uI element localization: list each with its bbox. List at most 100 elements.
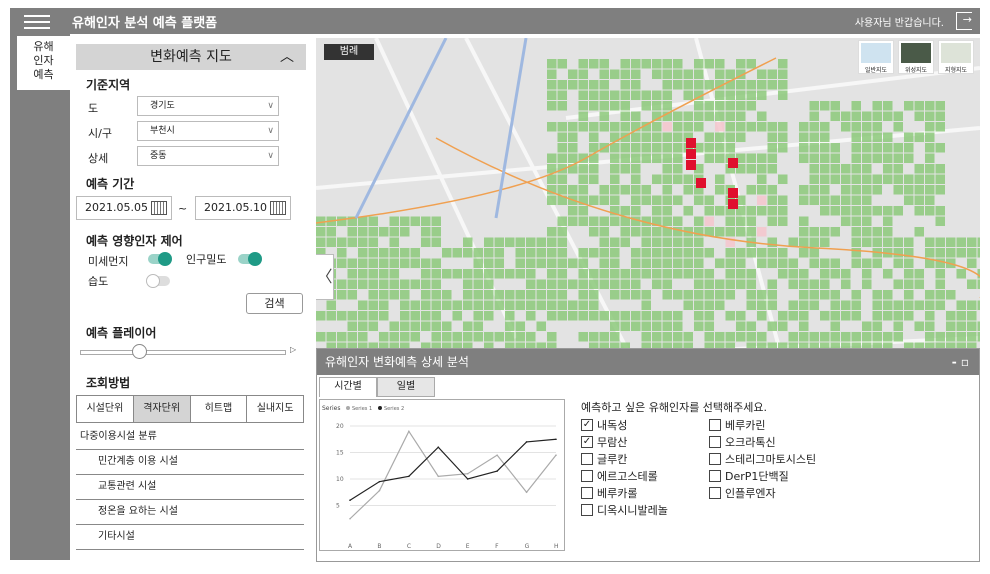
map-grid-cell [620, 80, 630, 90]
factor-checkbox[interactable]: ✓ 무람산 [581, 435, 627, 449]
tab-heatmap[interactable]: 히트맵 [191, 396, 248, 422]
play-icon[interactable]: ▷ [290, 345, 296, 354]
map-grid-cell [662, 90, 672, 100]
checkbox-icon[interactable] [581, 487, 593, 499]
collapse-panel-button[interactable]: 〈 [316, 254, 334, 300]
factor-checkbox[interactable]: 스테리그마토시스틴 [709, 452, 816, 466]
prediction-slider-track[interactable] [80, 350, 286, 355]
map-type-normal[interactable]: 일반지도 [858, 40, 894, 74]
calendar-icon[interactable] [270, 201, 286, 215]
map-grid-cell [830, 164, 840, 174]
map-grid-cell [799, 300, 809, 310]
data-point [555, 438, 557, 441]
map-grid-cell [515, 248, 525, 258]
checkbox-icon[interactable] [581, 470, 593, 482]
checkbox-icon[interactable] [709, 436, 721, 448]
legend-button[interactable]: 범례 [324, 44, 374, 60]
search-button[interactable]: 검색 [246, 293, 303, 314]
map-grid-cell [410, 279, 420, 289]
end-date-input[interactable]: 2021.05.10 [195, 196, 291, 220]
map-grid-cell [484, 311, 494, 321]
panel-header[interactable]: 변화예측 지도 ︿ [76, 44, 306, 70]
prediction-slider-handle[interactable] [132, 344, 147, 359]
map-grid-cell [883, 300, 893, 310]
tab-grid[interactable]: 격자단위 [133, 396, 191, 422]
map-grid-cell [673, 174, 683, 184]
map-grid-cell [914, 101, 924, 111]
window-controls-icon[interactable]: - ▫ [952, 349, 969, 375]
map-grid-cell [463, 269, 473, 279]
data-point [496, 454, 498, 456]
map-grid-cell [778, 248, 788, 258]
map-grid-cell [757, 122, 767, 132]
detail-select[interactable]: 중동 ∨ [137, 146, 279, 166]
map-grid-cell [599, 248, 609, 258]
checkbox-icon[interactable] [709, 419, 721, 431]
tab-indoor-map[interactable]: 실내지도 [247, 396, 303, 422]
map-grid-cell [862, 153, 872, 163]
humidity-toggle[interactable] [146, 274, 170, 288]
data-point [408, 475, 410, 478]
factor-checkbox[interactable]: DerP1단백질 [709, 469, 789, 483]
factor-checkbox[interactable]: 오크라톡신 [709, 435, 776, 449]
map-grid-cell [883, 153, 893, 163]
map-grid-cell [358, 279, 368, 289]
map-grid-cell [568, 258, 578, 268]
map-grid-cell [799, 132, 809, 142]
category-item[interactable]: 정온을 요하는 시설 [76, 500, 304, 525]
map-grid-cell [589, 311, 599, 321]
map-grid-cell [547, 174, 557, 184]
player-section-title: 예측 플레이어 [86, 326, 157, 340]
map-grid-cell [631, 80, 641, 90]
category-item[interactable]: 민간계층 이용 시설 [76, 450, 304, 475]
checkbox-icon[interactable] [581, 504, 593, 516]
map-grid-cell [568, 185, 578, 195]
checkbox-checked-icon[interactable]: ✓ [581, 436, 593, 448]
map-grid-cell [809, 174, 819, 184]
map-grid-cell [578, 258, 588, 268]
logout-icon[interactable]: → [956, 12, 972, 30]
checkbox-icon[interactable] [709, 453, 721, 465]
checkbox-icon[interactable] [709, 487, 721, 499]
category-item[interactable]: 교통관련 시설 [76, 475, 304, 500]
map-type-satellite[interactable]: 위성지도 [898, 40, 934, 74]
map-grid-cell [851, 111, 861, 121]
map-grid-cell [830, 143, 840, 153]
calendar-icon[interactable] [151, 201, 167, 215]
factor-checkbox[interactable]: 베루카린 [709, 418, 765, 432]
map-grid-cell [830, 290, 840, 300]
checkbox-icon[interactable] [581, 453, 593, 465]
factor-checkbox[interactable]: 베루카롤 [581, 486, 637, 500]
side-tab-factor-prediction[interactable]: 유해 인자 예측 [17, 36, 70, 90]
map-grid-cell [725, 132, 735, 142]
map-grid-cell [599, 111, 609, 121]
tab-hourly[interactable]: 시간별 [319, 377, 377, 397]
city-select[interactable]: 부천시 ∨ [137, 121, 279, 141]
factor-checkbox[interactable]: ✓ 내독성 [581, 418, 627, 432]
map-grid-cell [610, 332, 620, 342]
factor-checkbox[interactable]: 디옥시니발레놀 [581, 503, 668, 517]
start-date-input[interactable]: 2021.05.05 [76, 196, 172, 220]
map-grid-cell [641, 90, 651, 100]
map-grid-cell [914, 206, 924, 216]
tab-daily[interactable]: 일별 [377, 377, 435, 397]
factor-checkbox[interactable]: 글루칸 [581, 452, 627, 466]
checkbox-icon[interactable] [709, 470, 721, 482]
map-grid-cell [694, 195, 704, 205]
map-grid-cell [641, 321, 651, 331]
chevron-up-icon[interactable]: ︿ [280, 44, 294, 70]
method-section-title: 조회방법 [86, 376, 131, 390]
map-grid-cell [935, 332, 945, 342]
dust-toggle[interactable] [148, 252, 172, 266]
hamburger-menu-icon[interactable] [24, 15, 50, 29]
map-type-terrain[interactable]: 지형지도 [938, 40, 974, 74]
tab-facility[interactable]: 시설단위 [77, 396, 134, 422]
map-grid-cell [736, 227, 746, 237]
province-select[interactable]: 경기도 ∨ [137, 96, 279, 116]
map-grid-cell [557, 216, 567, 226]
checkbox-checked-icon[interactable]: ✓ [581, 419, 593, 431]
factor-checkbox[interactable]: 에르고스테롤 [581, 469, 658, 483]
factor-checkbox[interactable]: 인플루엔자 [709, 486, 776, 500]
category-item[interactable]: 기타시설 [76, 525, 304, 550]
population-toggle[interactable] [238, 252, 262, 266]
